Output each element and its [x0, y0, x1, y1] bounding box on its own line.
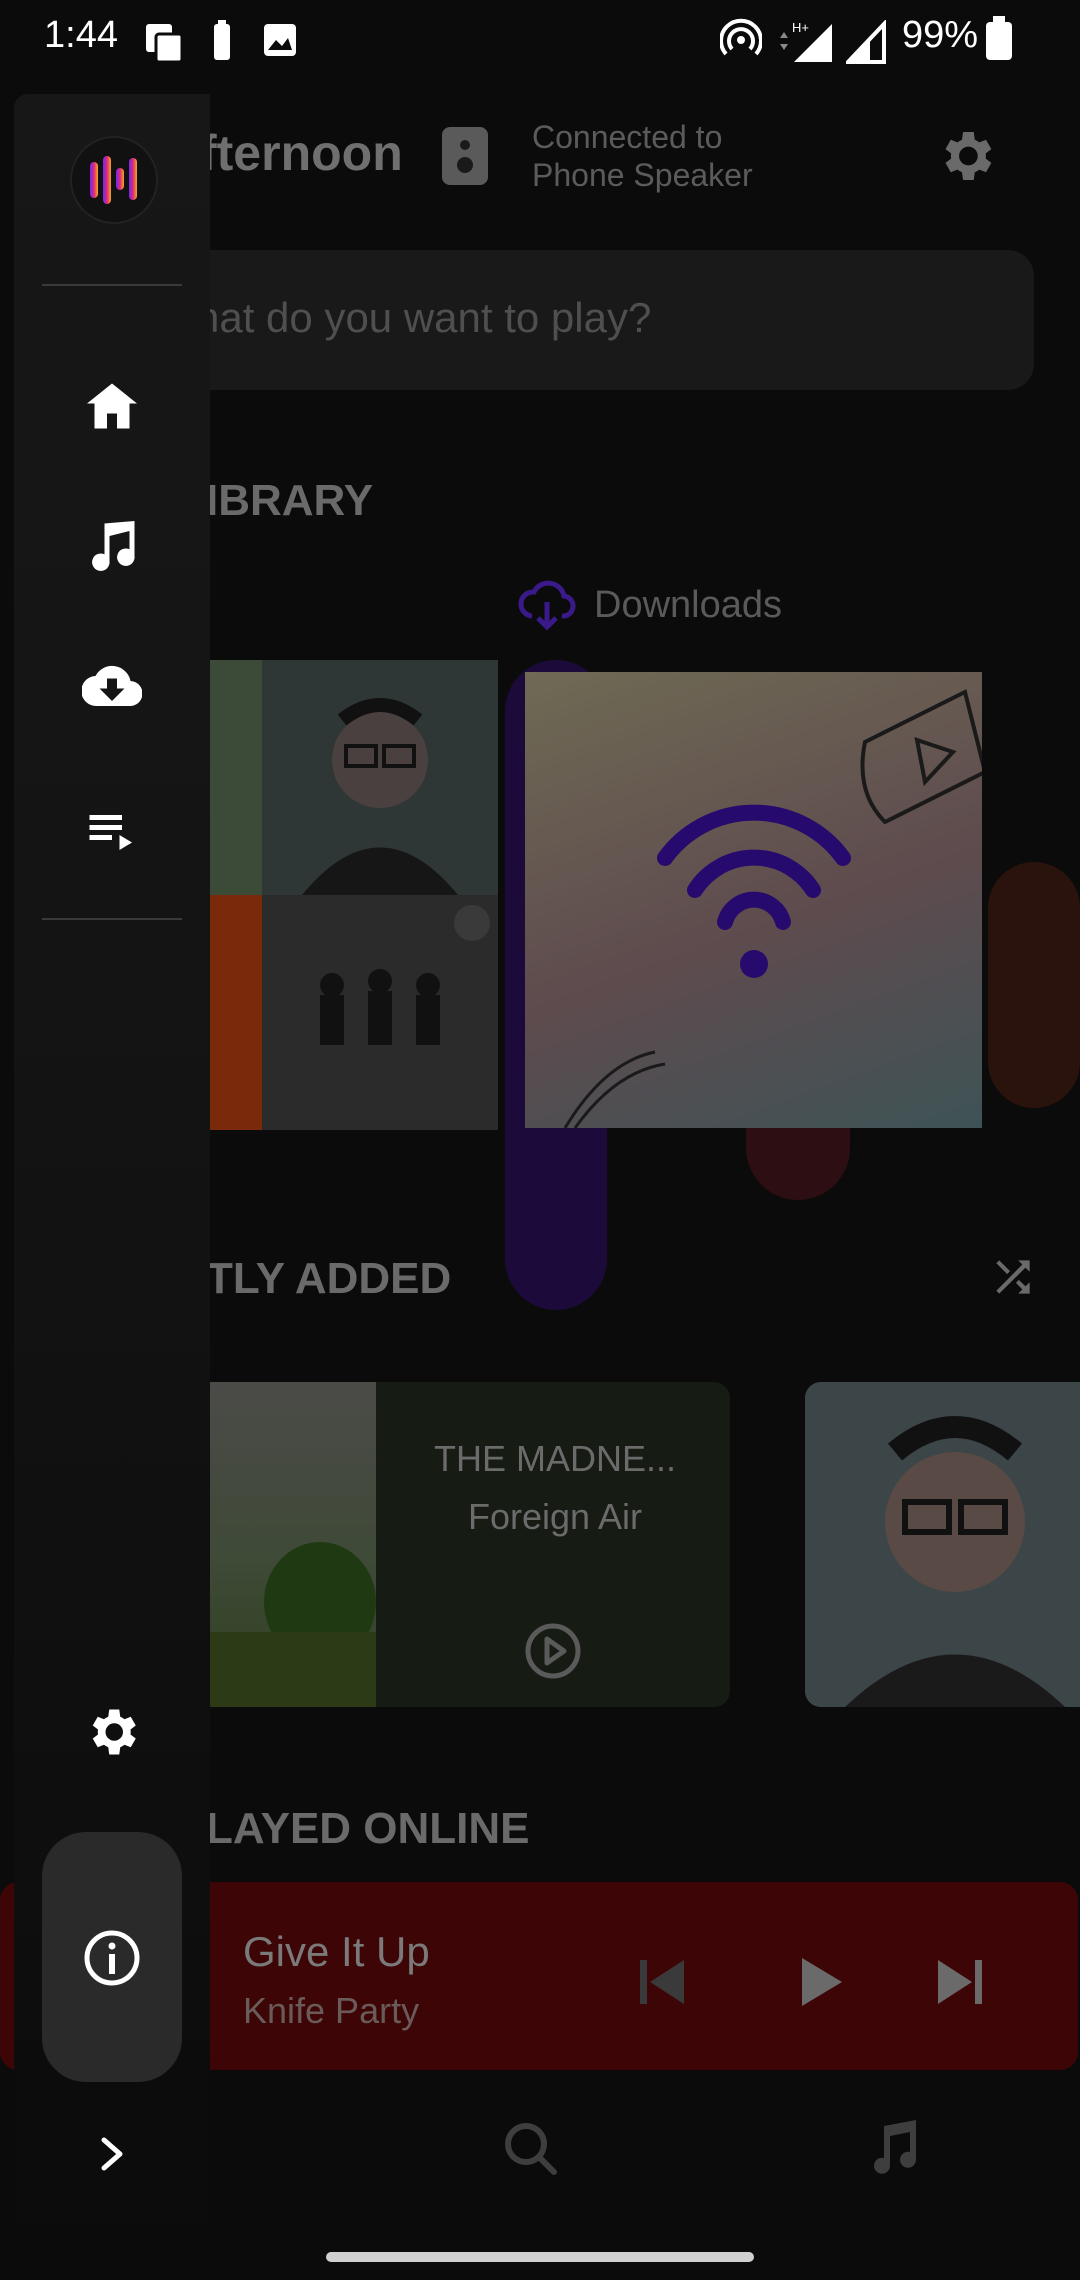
speaker-icon[interactable]: [442, 127, 488, 185]
cloud-download-accent-icon: [518, 580, 576, 631]
next-icon[interactable]: [930, 1952, 990, 2012]
collage-tile-band: [262, 895, 498, 1130]
svg-text:H+: H+: [792, 20, 809, 35]
nav-music-icon[interactable]: [862, 2116, 922, 2178]
settings-icon[interactable]: [82, 1702, 142, 1762]
connected-line2: Phone Speaker: [532, 157, 753, 193]
battery-percent: 99%: [902, 14, 979, 56]
collage-tile-orange: [210, 895, 262, 1130]
library-section-title: IBRARY: [206, 476, 374, 525]
recent-album-artist: Foreign Air: [467, 1496, 643, 1537]
playlist-card-collage[interactable]: [210, 660, 498, 1130]
played-online-section-title: LAYED ONLINE: [206, 1804, 530, 1853]
recent-album-title: THE MADNE...: [433, 1438, 676, 1479]
search-placeholder: hat do you want to play?: [196, 294, 652, 341]
chevron-right-icon[interactable]: [92, 2134, 132, 2174]
collage-tile-portrait: [262, 660, 498, 895]
image-status-icon: [264, 24, 296, 56]
mini-player-title: Give It Up: [243, 1928, 430, 1975]
album-art: [210, 1382, 376, 1707]
status-time: 1:44: [44, 14, 118, 56]
queue-music-icon[interactable]: [82, 800, 142, 860]
battery-small-icon: [214, 20, 230, 60]
cast-status-icon: [146, 24, 184, 64]
online-playlist-card[interactable]: [525, 672, 982, 1128]
signal-h-plus-icon: H+: [780, 20, 832, 62]
signal-icon: [846, 20, 886, 64]
recently-added-section-title: TLY ADDED: [206, 1254, 452, 1303]
battery-icon: [986, 16, 1012, 60]
connected-device-label[interactable]: Connected to Phone Speaker: [532, 118, 792, 194]
recent-album-card-2[interactable]: [805, 1382, 1080, 1707]
play-circle-icon[interactable]: [524, 1622, 582, 1680]
cloud-download-icon[interactable]: [82, 656, 142, 716]
drawer-divider: [42, 918, 182, 920]
connected-line1: Connected to: [532, 119, 723, 155]
downloads-label[interactable]: Downloads: [594, 584, 782, 627]
settings-icon[interactable]: [934, 124, 998, 188]
drawer-divider: [42, 284, 182, 286]
greeting-title: fternoon: [200, 125, 403, 181]
music-note-icon[interactable]: [82, 516, 142, 576]
play-icon[interactable]: [790, 1952, 850, 2012]
info-icon: [84, 1930, 140, 1986]
hotspot-icon: [720, 18, 762, 56]
home-icon[interactable]: [82, 376, 142, 436]
shuffle-icon[interactable]: [986, 1252, 1040, 1302]
mini-player-artist: Knife Party: [243, 1990, 420, 2031]
gesture-bar[interactable]: [326, 2252, 754, 2262]
app-logo: [70, 136, 158, 224]
status-bar: 1:44 H+ 99%: [0, 0, 1080, 80]
nav-search-icon[interactable]: [500, 2118, 560, 2178]
collage-tile: [210, 660, 262, 895]
decorative-pill: [988, 862, 1080, 1108]
previous-icon[interactable]: [632, 1952, 692, 2012]
